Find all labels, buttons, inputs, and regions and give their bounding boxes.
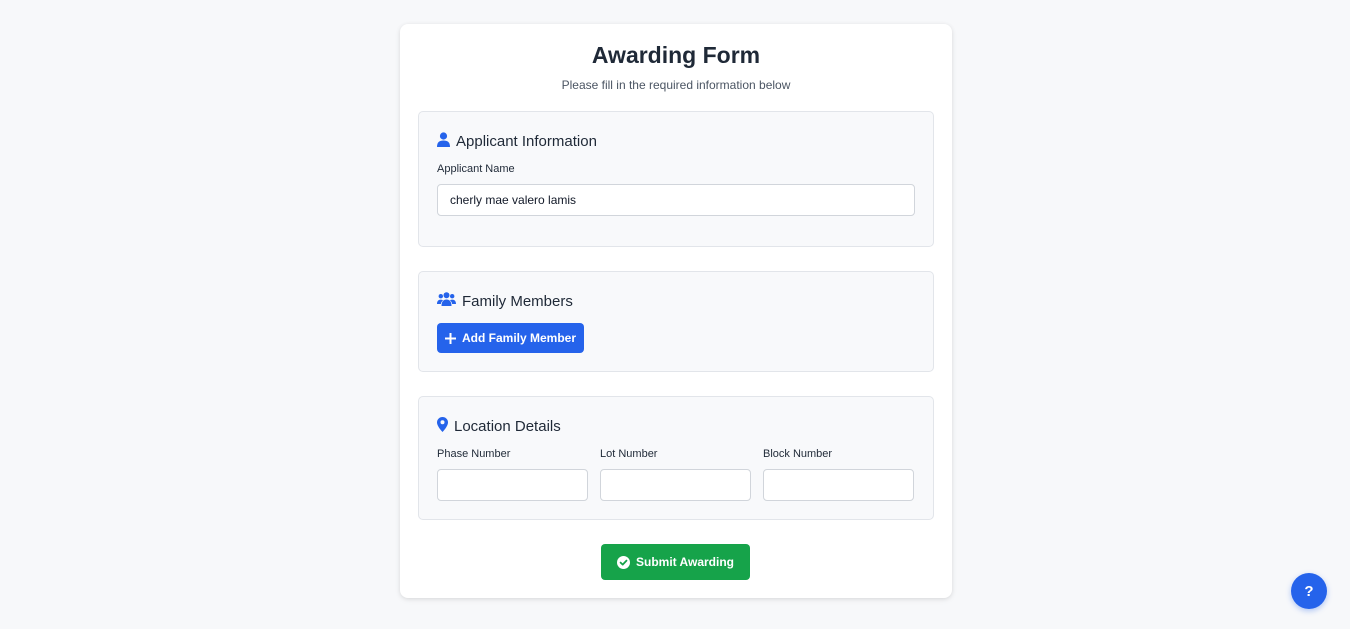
family-heading-text: Family Members xyxy=(462,292,573,310)
form-subtitle: Please fill in the required information … xyxy=(561,78,791,92)
location-section: Location Details Phase Number Lot Number… xyxy=(418,396,934,520)
family-section: Family Members Add Family Member xyxy=(418,271,934,372)
location-heading-text: Location Details xyxy=(454,418,561,435)
family-section-heading: Family Members xyxy=(437,292,573,310)
lot-number-label: Lot Number xyxy=(600,448,658,460)
help-button[interactable]: ? xyxy=(1291,573,1327,609)
phase-number-label: Phase Number xyxy=(437,448,511,460)
users-icon xyxy=(437,292,462,310)
check-circle-icon xyxy=(616,555,630,569)
add-family-member-button[interactable]: Add Family Member xyxy=(437,323,584,353)
applicant-name-input[interactable] xyxy=(437,184,915,216)
awarding-form-card: Awarding Form Please fill in the require… xyxy=(400,24,952,598)
add-family-member-label: Add Family Member xyxy=(461,331,577,345)
applicant-section-heading: Applicant Information xyxy=(437,132,597,151)
location-section-heading: Location Details xyxy=(437,417,561,436)
phase-number-input[interactable] xyxy=(437,469,588,501)
submit-awarding-button[interactable]: Submit Awarding xyxy=(601,544,750,580)
applicant-name-label: Applicant Name xyxy=(437,163,515,175)
applicant-section: Applicant Information Applicant Name xyxy=(418,111,934,247)
block-number-input[interactable] xyxy=(763,469,914,501)
plus-icon xyxy=(444,332,456,344)
submit-awarding-label: Submit Awarding xyxy=(635,555,734,569)
form-title: Awarding Form xyxy=(591,42,761,68)
applicant-heading-text: Applicant Information xyxy=(456,133,597,150)
block-number-label: Block Number xyxy=(763,448,833,460)
user-icon xyxy=(437,132,456,151)
map-pin-icon xyxy=(437,417,454,436)
lot-number-input[interactable] xyxy=(600,469,751,501)
